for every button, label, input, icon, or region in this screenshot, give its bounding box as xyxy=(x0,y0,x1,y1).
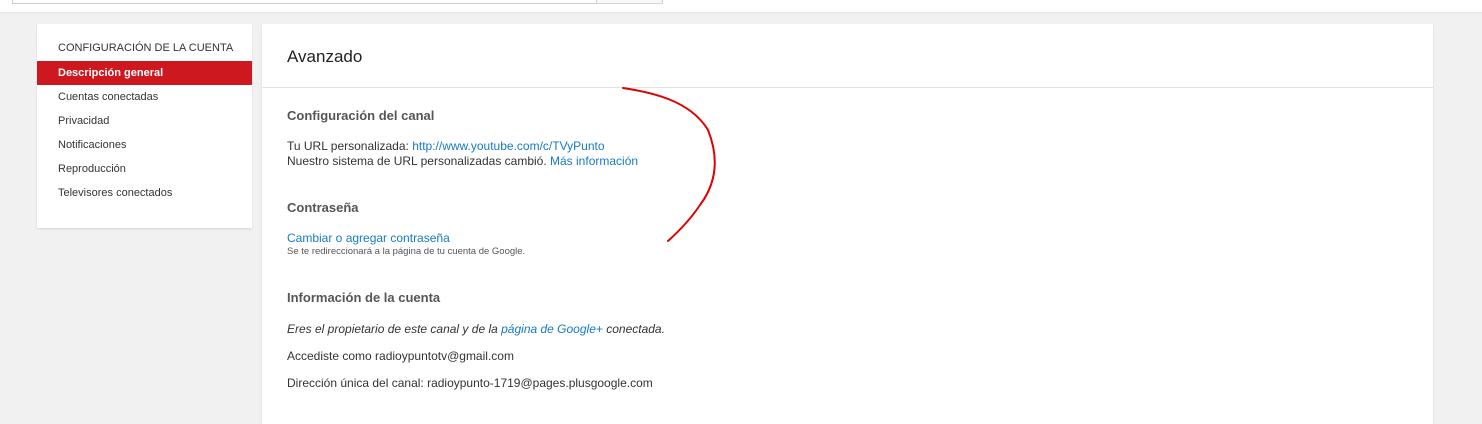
custom-url-line: Tu URL personalizada: http://www.youtube… xyxy=(287,139,1387,154)
google-plus-page-link[interactable]: página de Google+ xyxy=(501,322,603,336)
unique-channel-address: Dirección única del canal: radioypunto-1… xyxy=(287,376,653,390)
sidebar-list: Descripción general Cuentas conectadas P… xyxy=(37,61,252,205)
search-input[interactable] xyxy=(12,0,598,4)
page-title: Avanzado xyxy=(287,47,363,66)
signed-in-as: Accediste como radioypuntotv@gmail.com xyxy=(287,349,514,363)
more-info-link[interactable]: Más información xyxy=(550,154,638,168)
password-link-line: Cambiar o agregar contraseña xyxy=(287,231,1387,246)
password-title: Contraseña xyxy=(287,200,359,215)
sidebar-item-overview[interactable]: Descripción general xyxy=(37,61,252,85)
password-section: Contraseña Cambiar o agregar contraseña … xyxy=(287,200,1387,258)
sidebar-item-connected-accounts[interactable]: Cuentas conectadas xyxy=(37,85,252,109)
custom-url-label: Tu URL personalizada: xyxy=(287,139,413,153)
owner-text-prefix: Eres el propietario de este canal y de l… xyxy=(287,322,502,336)
password-redirect-note: Se te redireccionará a la página de tu c… xyxy=(287,246,526,257)
sidebar-item-playback[interactable]: Reproducción xyxy=(37,157,252,181)
sidebar-item-privacy[interactable]: Privacidad xyxy=(37,109,252,133)
url-system-text: Nuestro sistema de URL personalizadas ca… xyxy=(287,154,551,168)
sidebar-item-notifications[interactable]: Notificaciones xyxy=(37,133,252,157)
url-system-line: Nuestro sistema de URL personalizadas ca… xyxy=(287,154,1387,169)
main-header: Avanzado xyxy=(262,24,1433,88)
main-panel: Avanzado Configuración del canal Tu URL … xyxy=(262,24,1433,424)
channel-settings-section: Configuración del canal Tu URL personali… xyxy=(287,108,1387,169)
sidebar-item-connected-tvs[interactable]: Televisores conectados xyxy=(37,181,252,205)
owner-line: Eres el propietario de este canal y de l… xyxy=(287,322,1387,337)
channel-settings-title: Configuración del canal xyxy=(287,108,435,123)
top-bar xyxy=(0,0,1482,13)
owner-text-suffix: conectada. xyxy=(602,322,665,336)
custom-url-link[interactable]: http://www.youtube.com/c/TVyPunto xyxy=(412,139,604,153)
account-info-section: Información de la cuenta Eres el propiet… xyxy=(287,290,1387,391)
account-info-title: Información de la cuenta xyxy=(287,290,441,305)
change-password-link[interactable]: Cambiar o agregar contraseña xyxy=(287,231,450,245)
settings-sidebar: CONFIGURACIÓN DE LA CUENTA Descripción g… xyxy=(37,24,252,228)
sidebar-heading: CONFIGURACIÓN DE LA CUENTA xyxy=(58,42,234,54)
search-button[interactable] xyxy=(596,0,663,4)
